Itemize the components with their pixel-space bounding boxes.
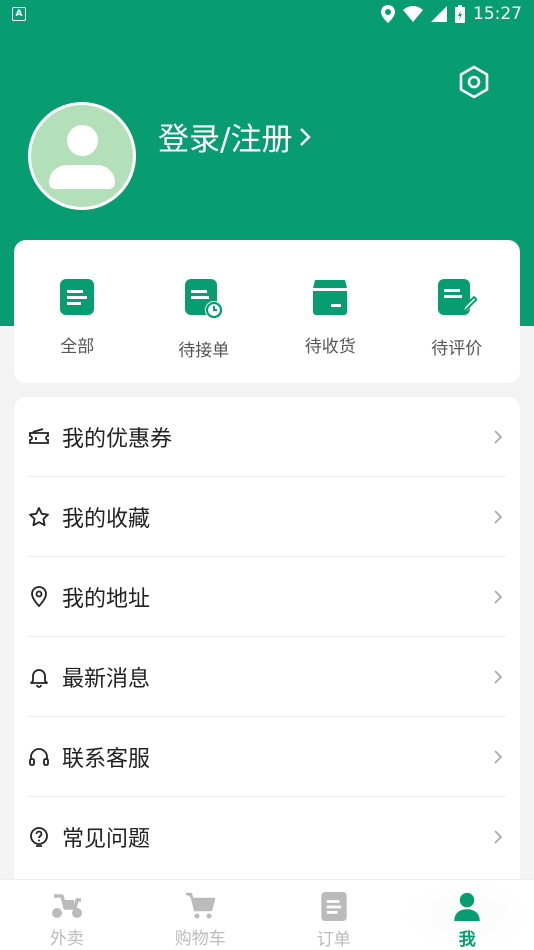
cart-icon xyxy=(186,892,216,919)
review-icon xyxy=(437,279,477,317)
tab-me[interactable]: 我 xyxy=(400,880,534,950)
menu-label: 我的收藏 xyxy=(62,506,151,532)
login-register-link[interactable]: 登录/注册 xyxy=(158,114,312,159)
order-pending-receive[interactable]: 待收货 xyxy=(267,240,394,383)
menu-item-messages[interactable]: 最新消息 xyxy=(28,637,506,717)
order-label: 待收货 xyxy=(304,337,356,357)
bottom-tab-bar: 外卖 购物车 订单 我 xyxy=(0,879,534,950)
chevron-right-icon xyxy=(494,830,503,844)
avatar-head xyxy=(67,125,98,156)
order-label: 待接单 xyxy=(178,341,230,361)
chevron-right-icon xyxy=(494,749,503,764)
tab-takeout[interactable]: 外卖 xyxy=(0,880,134,950)
signal-icon xyxy=(431,6,447,22)
scooter-icon xyxy=(51,894,82,918)
menu-item-faq[interactable]: 常见问题 xyxy=(28,797,506,877)
settings-icon xyxy=(459,65,489,99)
location-icon xyxy=(28,585,50,608)
menu-item-address[interactable]: 我的地址 xyxy=(28,557,506,637)
document-icon xyxy=(60,279,95,315)
tab-label: 外卖 xyxy=(49,929,84,949)
avatar[interactable] xyxy=(28,102,136,210)
chevron-right-icon xyxy=(494,509,503,524)
question-icon xyxy=(28,826,50,848)
user-icon xyxy=(454,892,480,921)
menu-label: 常见问题 xyxy=(62,827,151,852)
order-label: 待评价 xyxy=(431,339,483,359)
notification-icon: A xyxy=(12,7,26,21)
package-icon xyxy=(313,280,348,315)
order-label: 全部 xyxy=(60,337,95,357)
menu-item-favorites[interactable]: 我的收藏 xyxy=(28,477,506,557)
bell-icon xyxy=(28,666,50,688)
menu-label: 联系客服 xyxy=(62,746,151,772)
wifi-icon xyxy=(403,6,423,22)
tab-label: 订单 xyxy=(316,930,351,950)
order-pending-review[interactable]: 待评价 xyxy=(394,240,521,383)
order-icon xyxy=(321,892,347,921)
menu-label: 我的地址 xyxy=(62,586,151,612)
menu-label: 我的优惠券 xyxy=(62,426,173,452)
chevron-right-icon xyxy=(300,127,312,146)
settings-button[interactable] xyxy=(456,64,492,100)
location-status-icon xyxy=(381,5,395,23)
login-label: 登录/注册 xyxy=(158,122,293,158)
tab-orders[interactable]: 订单 xyxy=(267,880,401,950)
order-status-card: 全部 待接单 待收货 待评价 xyxy=(14,240,520,383)
coupon-icon xyxy=(28,426,50,448)
avatar-body xyxy=(49,165,115,189)
status-bar: A 15:27 xyxy=(0,0,534,28)
battery-icon xyxy=(455,5,465,23)
order-all[interactable]: 全部 xyxy=(14,240,141,383)
tab-cart[interactable]: 购物车 xyxy=(134,880,268,950)
tab-label: 购物车 xyxy=(174,929,226,949)
order-pending-accept[interactable]: 待接单 xyxy=(141,240,268,383)
chevron-right-icon xyxy=(494,589,503,604)
menu-item-customer-service[interactable]: 联系客服 xyxy=(28,717,506,797)
status-time: 15:27 xyxy=(473,4,522,24)
headset-icon xyxy=(28,746,50,768)
menu-item-coupons[interactable]: 我的优惠券 xyxy=(28,397,506,477)
pending-order-icon xyxy=(184,279,223,319)
chevron-right-icon xyxy=(494,669,503,684)
menu-label: 最新消息 xyxy=(62,666,151,692)
chevron-right-icon xyxy=(494,429,503,444)
star-icon xyxy=(28,506,50,528)
menu-list: 我的优惠券 我的收藏 我的地址 最新消息 联系客服 常见问题 xyxy=(14,397,520,887)
tab-label: 我 xyxy=(458,930,476,950)
